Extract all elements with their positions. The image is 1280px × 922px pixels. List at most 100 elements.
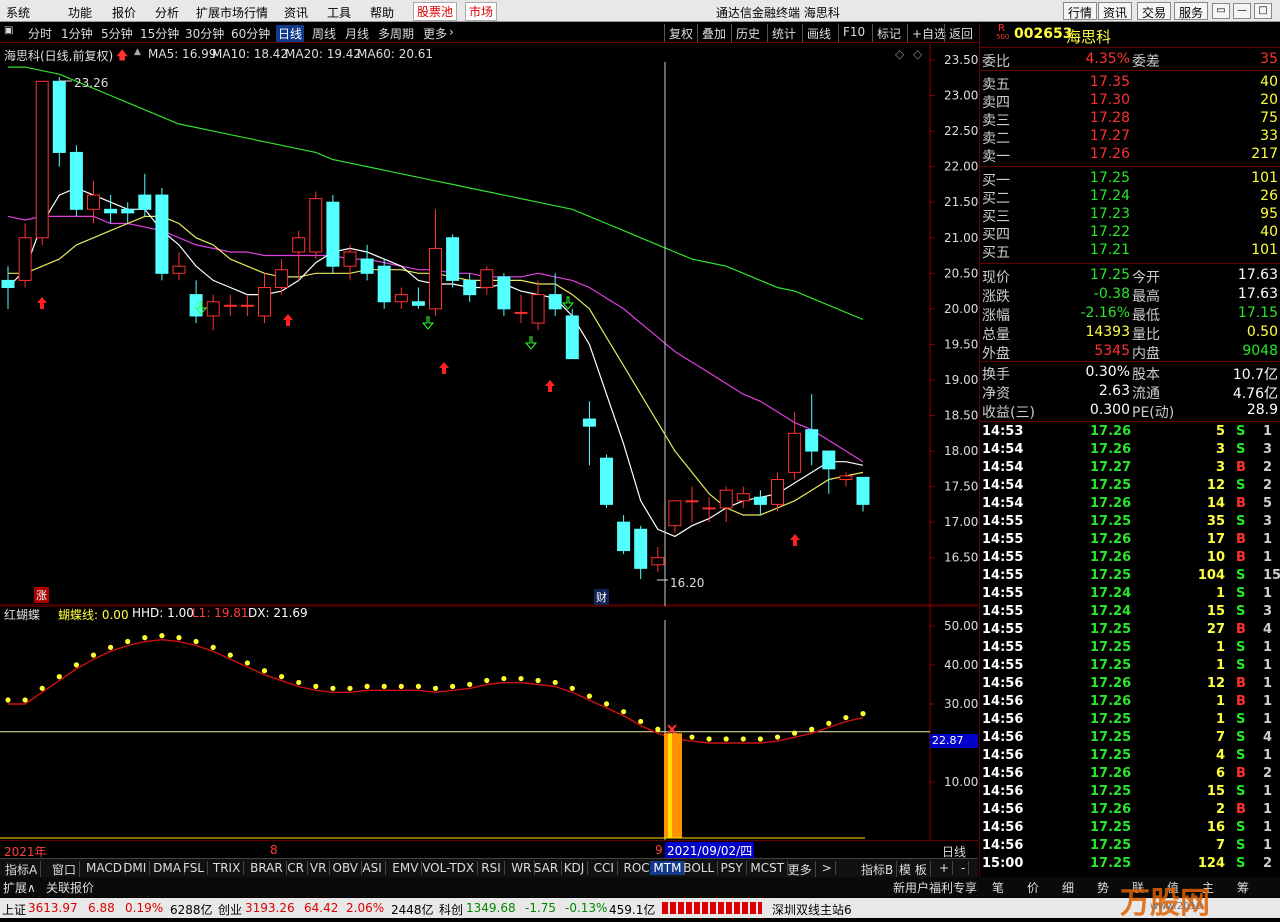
tick-row[interactable]: 14:55 17.26 17 B 1 xyxy=(980,532,1280,550)
btn-quotes[interactable]: 行情 xyxy=(1063,2,1098,20)
tick-row[interactable]: 14:56 17.25 1 S 1 xyxy=(980,712,1280,730)
menu-market[interactable]: 市场 xyxy=(465,2,498,21)
indicator-tab-right-2[interactable]: + xyxy=(936,861,954,875)
btn-back[interactable]: 返回 xyxy=(944,24,977,42)
btn-adjust[interactable]: 复权 xyxy=(664,24,697,42)
indicator-tab-指标a[interactable]: 指标A xyxy=(2,861,42,878)
expand-button[interactable]: 扩展∧ xyxy=(3,879,36,896)
period-60min[interactable]: 60分钟 xyxy=(231,25,270,42)
tick-row[interactable]: 14:54 17.26 14 B 5 xyxy=(980,496,1280,514)
diamond-icon-2[interactable]: ◇ xyxy=(913,47,922,61)
indicator-tab-窗口[interactable]: 窗口 xyxy=(49,861,81,878)
indicator-tab-更多[interactable]: 更多 xyxy=(785,861,816,878)
btn-service[interactable]: 服务 xyxy=(1174,2,1209,20)
tick-row[interactable]: 14:55 17.25 27 B 4 xyxy=(980,622,1280,640)
tick-row[interactable]: 14:55 17.26 10 B 1 xyxy=(980,550,1280,568)
tick-row[interactable]: 14:55 17.24 1 S 1 xyxy=(980,586,1280,604)
panel-tab-7[interactable]: 筹 xyxy=(1237,879,1249,896)
diamond-icon[interactable]: ◇ xyxy=(895,47,904,61)
btn-stats[interactable]: 统计 xyxy=(767,24,800,42)
tick-row[interactable]: 14:54 17.27 3 B 2 xyxy=(980,460,1280,478)
tick-row[interactable]: 15:00 17.25 124 S 2 xyxy=(980,856,1280,874)
indicator-tab-roc[interactable]: ROC xyxy=(621,861,654,875)
tick-row[interactable]: 14:55 17.25 1 S 1 xyxy=(980,640,1280,658)
indicator-tab-obv[interactable]: OBV xyxy=(330,861,363,875)
new-user-link[interactable]: 新用户福利专享 xyxy=(893,879,977,896)
period-weekly[interactable]: 周线 xyxy=(312,25,336,42)
panel-tab-2[interactable]: 细 xyxy=(1062,879,1074,896)
kline-chart[interactable]: 23.50 23.00 22.50 22.00 21.50 21.00 20.50 20.00… xyxy=(0,44,978,606)
indicator-tab-psy[interactable]: PSY xyxy=(718,861,747,875)
period-multi[interactable]: 多周期 xyxy=(378,25,414,42)
indicator-tab-vr[interactable]: VR xyxy=(307,861,331,875)
maximize-icon[interactable]: □ xyxy=(1254,3,1272,19)
tick-row[interactable]: 14:55 17.24 15 S 3 xyxy=(980,604,1280,622)
menu-ext-market[interactable]: 扩展市场行情 xyxy=(196,4,268,21)
panel-tab-3[interactable]: 势 xyxy=(1097,879,1109,896)
menu-stock-pool[interactable]: 股票池 xyxy=(413,2,458,21)
indicator-tab-rsi[interactable]: RSI xyxy=(478,861,505,875)
indicator-tab-right-3[interactable]: - xyxy=(958,861,970,875)
tick-row[interactable]: 14:56 17.26 12 B 1 xyxy=(980,676,1280,694)
tick-row[interactable]: 14:55 17.25 1 S 1 xyxy=(980,658,1280,676)
tick-row[interactable]: 14:54 17.26 3 S 3 xyxy=(980,442,1280,460)
indicator-tab-trix[interactable]: TRIX xyxy=(210,861,245,875)
menu-tools[interactable]: 工具 xyxy=(327,4,351,21)
tick-row[interactable]: 14:56 17.26 6 B 2 xyxy=(980,766,1280,784)
btn-trade[interactable]: 交易 xyxy=(1137,2,1172,20)
tick-row[interactable]: 14:54 17.25 12 S 2 xyxy=(980,478,1280,496)
indicator-tab-emv[interactable]: EMV xyxy=(389,861,423,875)
btn-draw[interactable]: 画线 xyxy=(802,24,835,42)
period-daily[interactable]: 日线 xyxy=(276,25,305,42)
tick-row[interactable]: 14:56 17.26 1 B 1 xyxy=(980,694,1280,712)
tick-row[interactable]: 14:56 17.26 2 B 1 xyxy=(980,802,1280,820)
panel-toggle-icon[interactable]: ▣ xyxy=(4,25,13,36)
tick-row[interactable]: 14:56 17.25 7 S 4 xyxy=(980,730,1280,748)
btn-mark[interactable]: 标记 xyxy=(872,24,905,42)
panel-tab-1[interactable]: 价 xyxy=(1027,879,1039,896)
menu-quote[interactable]: 报价 xyxy=(112,4,136,21)
tick-row[interactable]: 14:55 17.25 35 S 3 xyxy=(980,514,1280,532)
period-monthly[interactable]: 月线 xyxy=(345,25,369,42)
indicator-tab-dmi[interactable]: DMI xyxy=(120,861,151,875)
server-name[interactable]: 深圳双线主站6 xyxy=(772,901,852,918)
period-1min[interactable]: 1分钟 xyxy=(61,25,93,42)
period-30min[interactable]: 30分钟 xyxy=(185,25,224,42)
btn-overlay[interactable]: 叠加 xyxy=(697,24,730,42)
tick-row[interactable]: 14:56 17.25 16 S 1 xyxy=(980,820,1280,838)
indicator-tab-right-0[interactable]: 指标B xyxy=(858,861,898,878)
menu-news[interactable]: 资讯 xyxy=(284,4,308,21)
menu-analysis[interactable]: 分析 xyxy=(155,4,179,21)
indicator-tab-right-1[interactable]: 模 板 xyxy=(896,861,931,878)
sh-label[interactable]: 上证 xyxy=(2,901,26,918)
indicator-tab-cr[interactable]: CR xyxy=(284,861,309,875)
tick-row[interactable]: 14:56 17.25 4 S 1 xyxy=(980,748,1280,766)
indicator-tab-fsl[interactable]: FSL xyxy=(180,861,208,875)
btn-news[interactable]: 资讯 xyxy=(1098,2,1133,20)
kc-label[interactable]: 科创 xyxy=(439,901,463,918)
tick-row[interactable]: 14:55 17.25 104 S 15 xyxy=(980,568,1280,586)
btn-f10[interactable]: F10 xyxy=(838,24,869,42)
tick-row[interactable]: 14:53 17.26 5 S 1 xyxy=(980,424,1280,442)
menu-system[interactable]: 系统 xyxy=(6,4,30,21)
tick-row[interactable]: 14:56 17.25 15 S 1 xyxy=(980,784,1280,802)
indicator-tab->[interactable]: > xyxy=(819,861,836,875)
indicator-tab-asi[interactable]: ASI xyxy=(359,861,386,875)
finance-badge[interactable]: 财 xyxy=(594,589,609,605)
restore-icon[interactable]: ▭ xyxy=(1212,3,1230,19)
indicator-tab-kdj[interactable]: KDJ xyxy=(561,861,589,875)
indicator-tab-mcst[interactable]: MCST xyxy=(747,861,789,875)
menu-help[interactable]: 帮助 xyxy=(370,4,394,21)
indicator-tab-cci[interactable]: CCI xyxy=(591,861,618,875)
indicator-chart[interactable]: 50.0040.0030.0020.0010.00 红蝴蝶 蝴蝶线: 0.00 … xyxy=(0,606,978,840)
indicator-tab-brar[interactable]: BRAR xyxy=(247,861,287,875)
chevron-right-icon[interactable]: › xyxy=(449,25,454,39)
period-5min[interactable]: 5分钟 xyxy=(101,25,133,42)
related-quote-button[interactable]: 关联报价 xyxy=(46,879,94,896)
tick-row[interactable]: 14:56 17.25 7 S 1 xyxy=(980,838,1280,856)
indicator-tab-boll[interactable]: BOLL xyxy=(680,861,719,875)
period-intraday[interactable]: 分时 xyxy=(28,25,52,42)
indicator-tab-vol-tdx[interactable]: VOL-TDX xyxy=(419,861,479,875)
menu-function[interactable]: 功能 xyxy=(68,4,92,21)
period-15min[interactable]: 15分钟 xyxy=(140,25,179,42)
